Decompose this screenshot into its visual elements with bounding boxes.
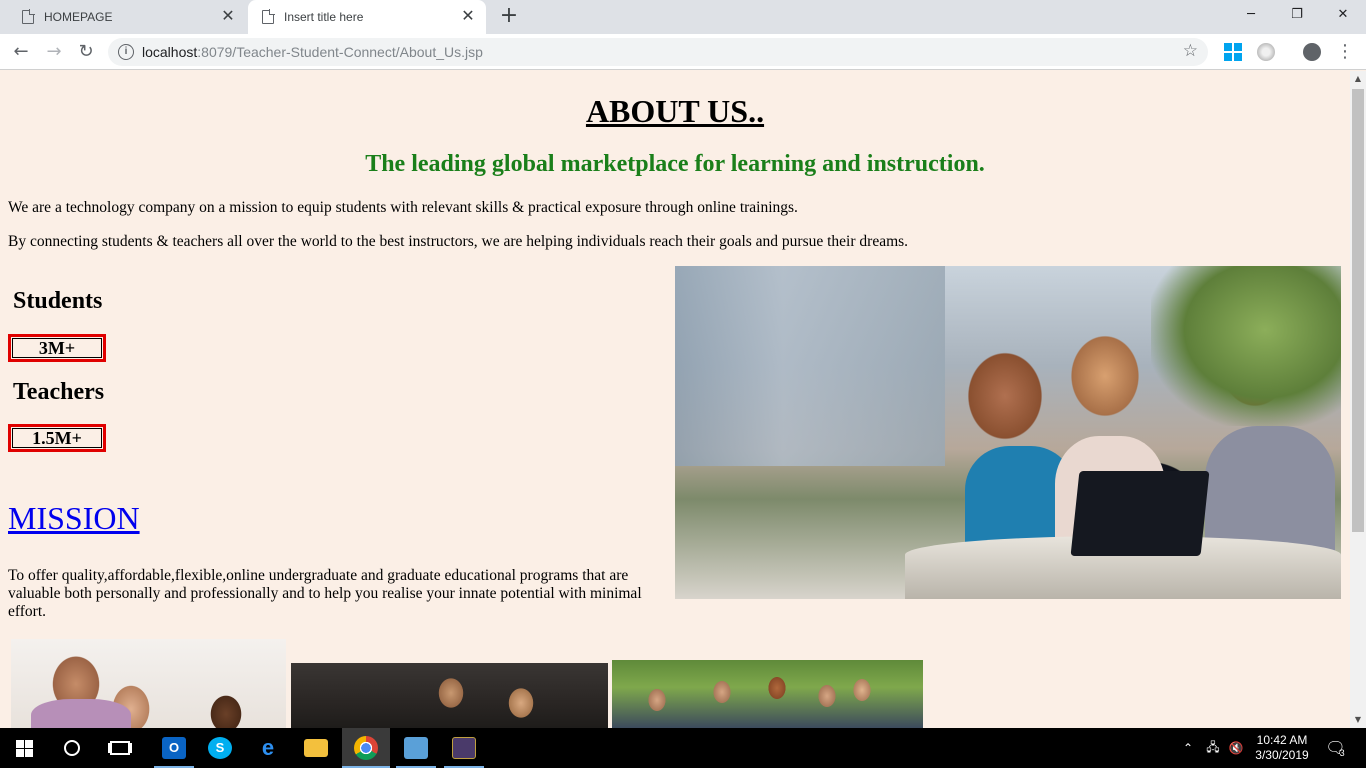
intro-paragraph-1: We are a technology company on a mission… bbox=[8, 199, 798, 216]
minimize-button[interactable]: ─ bbox=[1228, 0, 1274, 30]
search-button[interactable] bbox=[48, 728, 96, 768]
page-title: ABOUT US.. bbox=[585, 93, 765, 129]
file-explorer-icon bbox=[304, 739, 328, 757]
page-icon bbox=[22, 9, 35, 24]
url-path: :8079/Teacher-Student-Connect/About_Us.j… bbox=[197, 44, 483, 60]
taskbar-app[interactable] bbox=[440, 728, 488, 768]
chevron-up-icon[interactable]: ⌃ bbox=[1178, 728, 1198, 768]
restore-button[interactable]: ❐ bbox=[1274, 0, 1320, 30]
task-view-button[interactable] bbox=[96, 728, 144, 768]
taskbar-chrome[interactable] bbox=[342, 728, 390, 768]
teachers-count-badge: 1.5M+ bbox=[8, 424, 106, 452]
back-button[interactable]: ← bbox=[9, 40, 33, 64]
app-icon bbox=[452, 737, 476, 759]
account-icon[interactable] bbox=[1303, 43, 1321, 61]
notification-center-button[interactable]: 🗨 3 bbox=[1320, 728, 1350, 768]
remote-desktop-icon bbox=[404, 737, 428, 759]
address-bar[interactable]: i localhost:8079/Teacher-Student-Connect… bbox=[108, 38, 1208, 66]
outlook-icon: O bbox=[162, 737, 186, 759]
taskbar-outlook[interactable]: O bbox=[150, 728, 198, 768]
photo-laptop bbox=[1070, 471, 1210, 556]
browser-toolbar: ← → ↻ i localhost:8079/Teacher-Student-C… bbox=[0, 34, 1366, 70]
photo-tree bbox=[1151, 266, 1341, 426]
reload-button[interactable]: ↻ bbox=[74, 40, 98, 64]
windows-logo-icon bbox=[15, 739, 33, 757]
network-icon[interactable]: 🖧 bbox=[1202, 728, 1224, 768]
start-button[interactable] bbox=[0, 728, 48, 768]
teachers-heading: Teachers bbox=[13, 379, 105, 405]
windows-extension-icon[interactable] bbox=[1224, 43, 1242, 61]
three-dots-icon[interactable]: ⋮ bbox=[1336, 40, 1354, 64]
students-group-photo bbox=[675, 266, 1341, 599]
close-window-button[interactable]: ✕ bbox=[1320, 0, 1366, 30]
page-icon bbox=[262, 9, 275, 24]
clock-date: 3/30/2019 bbox=[1255, 748, 1309, 762]
taskbar-skype[interactable]: S bbox=[196, 728, 244, 768]
info-icon[interactable]: i bbox=[118, 44, 134, 60]
students-count-badge: 3M+ bbox=[8, 334, 106, 362]
close-tab-icon[interactable]: ✕ bbox=[460, 9, 476, 25]
skype-icon: S bbox=[208, 737, 232, 759]
task-view-icon bbox=[110, 741, 130, 755]
extension-circle-icon[interactable] bbox=[1257, 43, 1275, 61]
scroll-up-icon[interactable]: ▲ bbox=[1350, 71, 1366, 87]
windows-taskbar: O S e ⌃ 🖧 🔇 10:42 AM 3/30/2019 🗨 3 bbox=[0, 728, 1366, 768]
photo-person bbox=[31, 699, 131, 728]
new-tab-button[interactable]: + bbox=[498, 5, 520, 28]
classroom-photo bbox=[11, 639, 286, 728]
url-text[interactable]: localhost:8079/Teacher-Student-Connect/A… bbox=[142, 44, 483, 60]
system-clock[interactable]: 10:42 AM 3/30/2019 bbox=[1248, 728, 1316, 768]
tab-insert-title[interactable]: Insert title here ✕ bbox=[248, 0, 486, 34]
scrollbar-thumb[interactable] bbox=[1352, 89, 1364, 532]
edge-icon: e bbox=[261, 735, 275, 760]
outdoor-students-photo bbox=[612, 660, 923, 728]
page-content: ABOUT US.. The leading global marketplac… bbox=[0, 71, 1350, 728]
forward-button[interactable]: → bbox=[42, 40, 66, 64]
tab-label: Insert title here bbox=[284, 10, 364, 24]
url-host: localhost bbox=[142, 44, 198, 60]
photo-person bbox=[1205, 426, 1335, 556]
volume-muted-icon[interactable]: 🔇 bbox=[1226, 728, 1246, 768]
close-tab-icon[interactable]: ✕ bbox=[220, 9, 236, 25]
photo-building bbox=[675, 266, 945, 466]
study-group-photo bbox=[291, 663, 608, 728]
intro-paragraph-2: By connecting students & teachers all ov… bbox=[8, 233, 909, 250]
tagline: The leading global marketplace for learn… bbox=[365, 151, 985, 177]
vertical-scrollbar[interactable]: ▲ ▼ bbox=[1350, 71, 1366, 728]
clock-time: 10:42 AM bbox=[1256, 733, 1308, 747]
star-icon[interactable]: ☆ bbox=[1183, 41, 1198, 61]
tab-label: HOMEPAGE bbox=[44, 10, 113, 24]
taskbar-remote-desktop[interactable] bbox=[392, 728, 440, 768]
cortana-icon bbox=[64, 740, 80, 756]
scroll-down-icon[interactable]: ▼ bbox=[1350, 712, 1366, 728]
mission-link[interactable]: MISSION bbox=[8, 500, 140, 537]
students-heading: Students bbox=[13, 288, 103, 314]
tab-homepage[interactable]: HOMEPAGE ✕ bbox=[8, 0, 246, 34]
mission-text: To offer quality,affordable,flexible,onl… bbox=[8, 567, 642, 620]
taskbar-edge[interactable]: e bbox=[244, 728, 292, 768]
taskbar-file-explorer[interactable] bbox=[292, 728, 340, 768]
tab-strip: HOMEPAGE ✕ Insert title here ✕ + ─ ❐ ✕ bbox=[0, 0, 1366, 34]
notification-count: 3 bbox=[1339, 748, 1345, 758]
chrome-icon bbox=[354, 736, 378, 760]
